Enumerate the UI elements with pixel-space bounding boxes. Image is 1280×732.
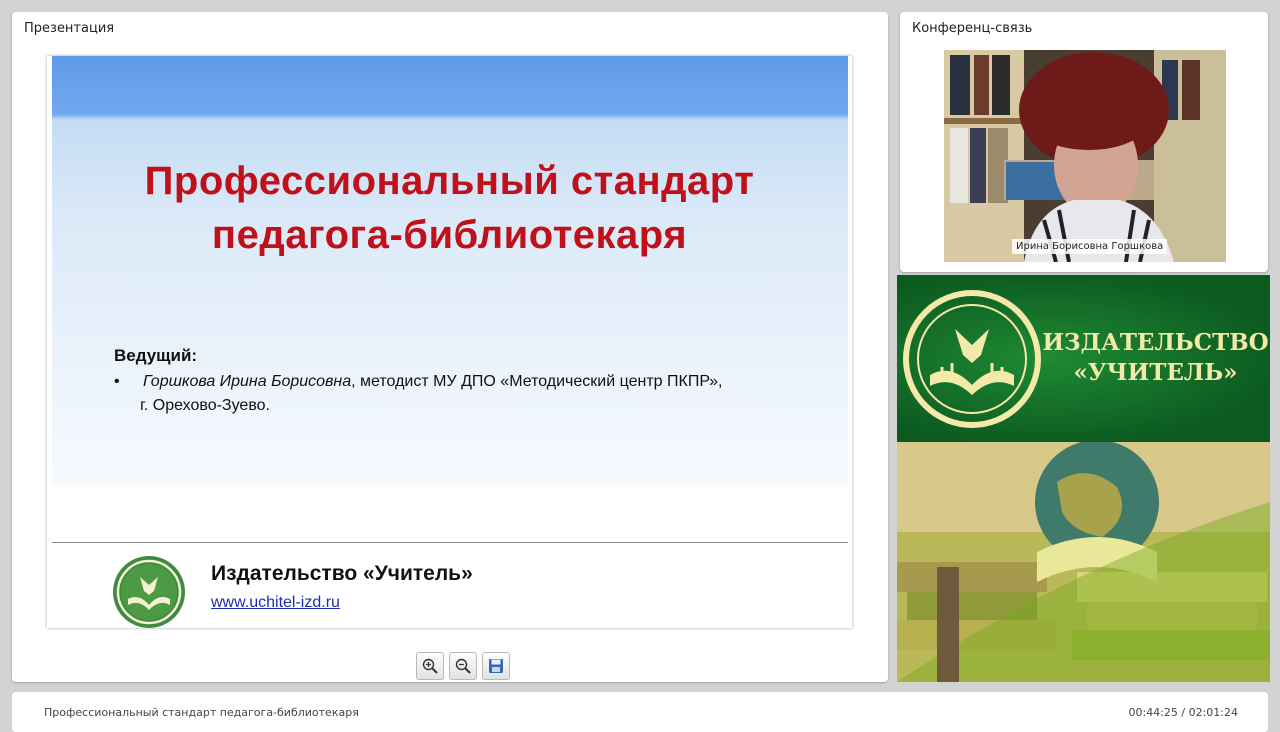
host-description: , методист МУ ДПО «Методический центр ПК… bbox=[351, 373, 723, 390]
presentation-panel: Презентация Профессиональный стандарт пе… bbox=[12, 12, 888, 682]
publisher-banner: ИЗДАТЕЛЬСТВО «УЧИТЕЛЬ» bbox=[897, 275, 1270, 682]
banner-header: ИЗДАТЕЛЬСТВО «УЧИТЕЛЬ» bbox=[897, 275, 1270, 442]
publisher-logo bbox=[113, 556, 185, 628]
host-label: Ведущий: bbox=[114, 346, 198, 365]
presentation-slide: Профессиональный стандарт педагога-библи… bbox=[47, 56, 852, 628]
banner-logo bbox=[903, 290, 1041, 428]
slide-title-line-2: педагога-библиотекаря bbox=[211, 213, 688, 257]
host-name: Горшкова Ирина Борисовна bbox=[143, 373, 352, 390]
presentation-panel-title: Презентация bbox=[24, 21, 115, 36]
bullet: • bbox=[114, 373, 120, 390]
zoom-in-button[interactable] bbox=[416, 652, 444, 680]
host-city: г. Орехово-Зуево. bbox=[140, 397, 270, 414]
save-icon bbox=[489, 659, 503, 673]
speaker-video bbox=[944, 50, 1226, 262]
banner-title: ИЗДАТЕЛЬСТВО «УЧИТЕЛЬ» bbox=[1041, 328, 1270, 388]
conference-panel-title: Конференц-связь bbox=[912, 21, 1033, 36]
banner-books-image bbox=[897, 442, 1270, 682]
banner-title-line-1: ИЗДАТЕЛЬСТВО bbox=[1042, 329, 1269, 356]
banner-title-line-2: «УЧИТЕЛЬ» bbox=[1073, 359, 1238, 386]
publisher-name: Издательство «Учитель» bbox=[211, 562, 473, 585]
conference-panel: Конференц-связь bbox=[900, 12, 1268, 272]
slide-title-line-1: Профессиональный стандарт bbox=[144, 159, 755, 203]
footer-bar: Профессиональный стандарт педагога-библи… bbox=[12, 692, 1268, 732]
zoom-out-button[interactable] bbox=[449, 652, 477, 680]
footer-title: Профессиональный стандарт педагога-библи… bbox=[44, 706, 359, 719]
publisher-url-link[interactable]: www.uchitel-izd.ru bbox=[211, 594, 340, 612]
speaker-caption: Ирина Борисовна Горшкова bbox=[1012, 239, 1168, 254]
zoom-out-icon bbox=[455, 658, 471, 674]
zoom-in-icon bbox=[422, 658, 438, 674]
slide-background bbox=[52, 56, 848, 486]
slide-divider bbox=[52, 542, 848, 543]
save-button[interactable] bbox=[482, 652, 510, 680]
slide-title: Профессиональный стандарт педагога-библи… bbox=[47, 154, 852, 262]
playback-time: 00:44:25 / 02:01:24 bbox=[1128, 706, 1238, 719]
host-info: • Горшкова Ирина Борисовна, методист МУ Д… bbox=[114, 370, 814, 418]
